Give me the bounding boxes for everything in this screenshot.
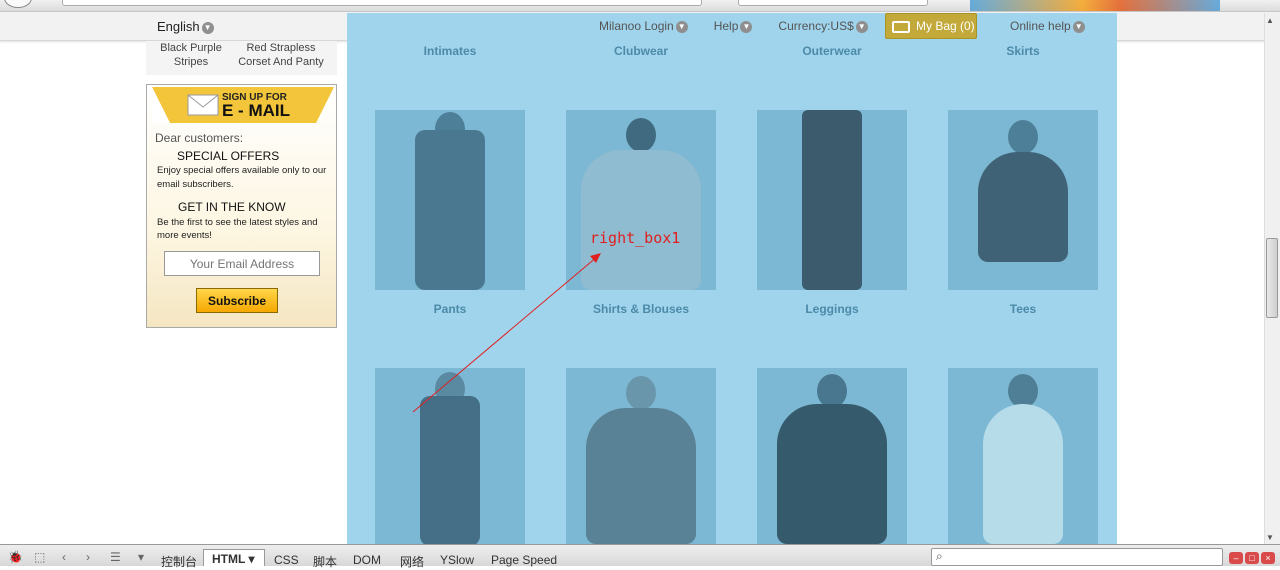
scroll-up-icon[interactable]: ▲ xyxy=(1266,16,1274,25)
search-icon: ⌕ xyxy=(936,549,943,563)
tab-html-label: HTML xyxy=(212,552,246,566)
scrollbar-thumb[interactable] xyxy=(1266,238,1278,318)
tab-dom[interactable]: DOM xyxy=(353,553,381,567)
close-icon[interactable]: × xyxy=(1261,552,1275,564)
firebug-icon[interactable]: 🐞 xyxy=(8,550,23,564)
tab-yslow[interactable]: YSlow xyxy=(440,553,474,567)
tab-page-speed[interactable]: Page Speed xyxy=(491,553,557,567)
minimize-icon[interactable]: – xyxy=(1229,552,1243,564)
annotation-label: right_box1 xyxy=(590,229,681,247)
tab-html[interactable]: HTML ▾ xyxy=(203,549,265,566)
tab-css[interactable]: CSS xyxy=(274,553,299,567)
tab-network[interactable]: 网络 xyxy=(400,553,424,570)
annotation-arrow xyxy=(412,253,601,413)
maximize-icon[interactable]: □ xyxy=(1245,552,1259,564)
tab-console[interactable]: 控制台 xyxy=(161,553,197,570)
menu-dropdown-icon[interactable]: ▾ xyxy=(138,550,144,564)
devtools-search-input[interactable]: ⌕ xyxy=(931,548,1223,566)
forward-icon[interactable]: › xyxy=(86,550,90,564)
scroll-down-icon[interactable]: ▼ xyxy=(1266,533,1274,542)
tab-script[interactable]: 脚本 xyxy=(313,553,337,570)
back-icon[interactable]: ‹ xyxy=(62,550,66,564)
list-icon[interactable]: ☰ xyxy=(110,550,121,564)
inspect-icon[interactable]: ⬚ xyxy=(34,550,45,564)
